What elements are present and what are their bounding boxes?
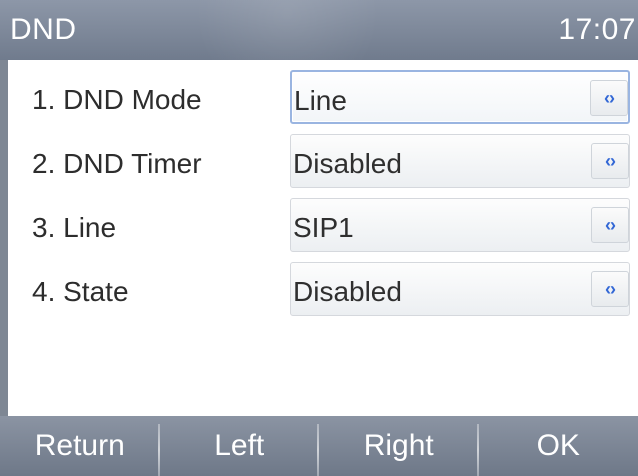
setting-label-state: 4. State: [32, 276, 129, 307]
ok-softkey[interactable]: OK: [479, 416, 638, 476]
left-right-arrows-icon[interactable]: ‹›: [591, 207, 629, 243]
softkey-bar: Return Left Right OK: [0, 416, 638, 476]
setting-row-line: 3. Line SIP1 ‹›: [8, 196, 638, 260]
left-right-arrows-icon[interactable]: ‹›: [591, 271, 629, 307]
line-value: SIP1: [293, 212, 354, 243]
state-value: Disabled: [293, 276, 402, 307]
settings-panel: 1. DND Mode Line ‹› 2. DND Timer Disable…: [0, 60, 638, 416]
setting-row-state: 4. State Disabled ‹›: [8, 260, 638, 324]
setting-row-dnd-timer: 2. DND Timer Disabled ‹›: [8, 132, 638, 196]
dnd-mode-value: Line: [294, 85, 347, 116]
dnd-timer-select[interactable]: Disabled ‹›: [290, 134, 630, 188]
setting-label-dnd-timer: 2. DND Timer: [32, 148, 202, 179]
setting-row-dnd-mode: 1. DND Mode Line ‹›: [8, 68, 638, 132]
dnd-mode-select[interactable]: Line ‹›: [290, 70, 630, 124]
phone-screen: DND 17:07 1. DND Mode Line ‹› 2. DND Tim…: [0, 0, 638, 476]
right-softkey[interactable]: Right: [319, 416, 479, 476]
state-select[interactable]: Disabled ‹›: [290, 262, 630, 316]
return-softkey[interactable]: Return: [0, 416, 160, 476]
title-bar: DND 17:07: [0, 0, 638, 60]
setting-label-line: 3. Line: [32, 212, 117, 243]
setting-label-dnd-mode: 1. DND Mode: [32, 84, 202, 115]
left-right-arrows-icon[interactable]: ‹›: [591, 143, 629, 179]
left-softkey[interactable]: Left: [160, 416, 320, 476]
line-select[interactable]: SIP1 ‹›: [290, 198, 630, 252]
left-right-arrows-icon[interactable]: ‹›: [590, 80, 628, 116]
settings-list: 1. DND Mode Line ‹› 2. DND Timer Disable…: [8, 68, 638, 324]
clock-time: 17:07: [558, 13, 636, 46]
dnd-timer-value: Disabled: [293, 148, 402, 179]
screen-title: DND: [10, 13, 77, 46]
